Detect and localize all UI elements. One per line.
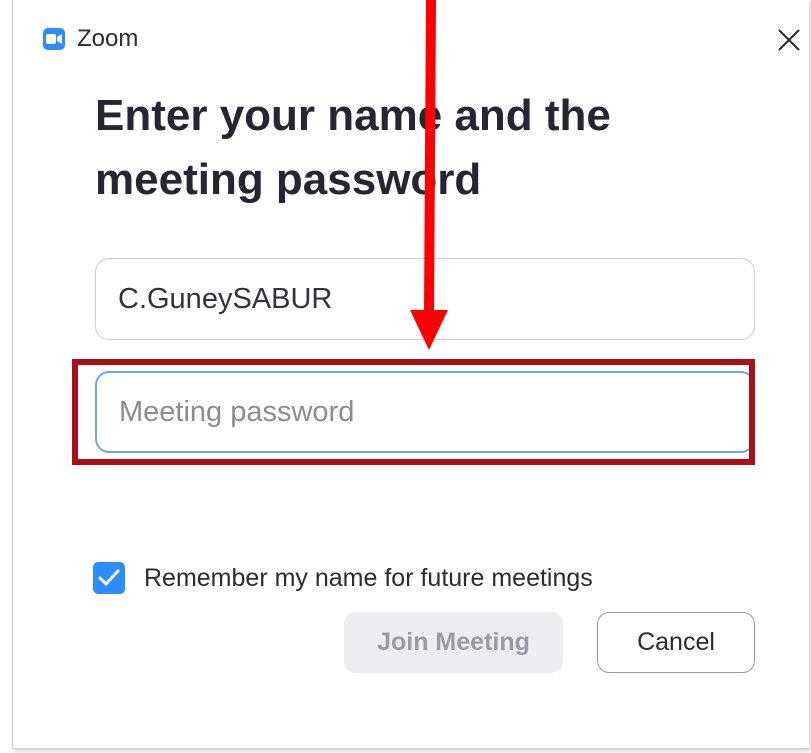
window-title: Zoom — [77, 25, 139, 52]
join-meeting-button[interactable]: Join Meeting — [344, 612, 563, 673]
remember-name-checkbox[interactable] — [93, 562, 125, 594]
checkmark-icon — [98, 569, 120, 586]
zoom-camera-icon — [43, 28, 65, 50]
cancel-button[interactable]: Cancel — [597, 612, 755, 673]
remember-name-label: Remember my name for future meetings — [144, 564, 593, 592]
close-icon — [778, 29, 800, 51]
meeting-password-input[interactable] — [95, 371, 755, 453]
dialog-heading: Enter your name and the meeting password — [95, 91, 611, 204]
zoom-dialog-window: Zoom Enter your name and the meeting pas… — [12, 0, 809, 749]
close-button[interactable] — [773, 24, 805, 56]
name-input[interactable] — [95, 258, 755, 340]
